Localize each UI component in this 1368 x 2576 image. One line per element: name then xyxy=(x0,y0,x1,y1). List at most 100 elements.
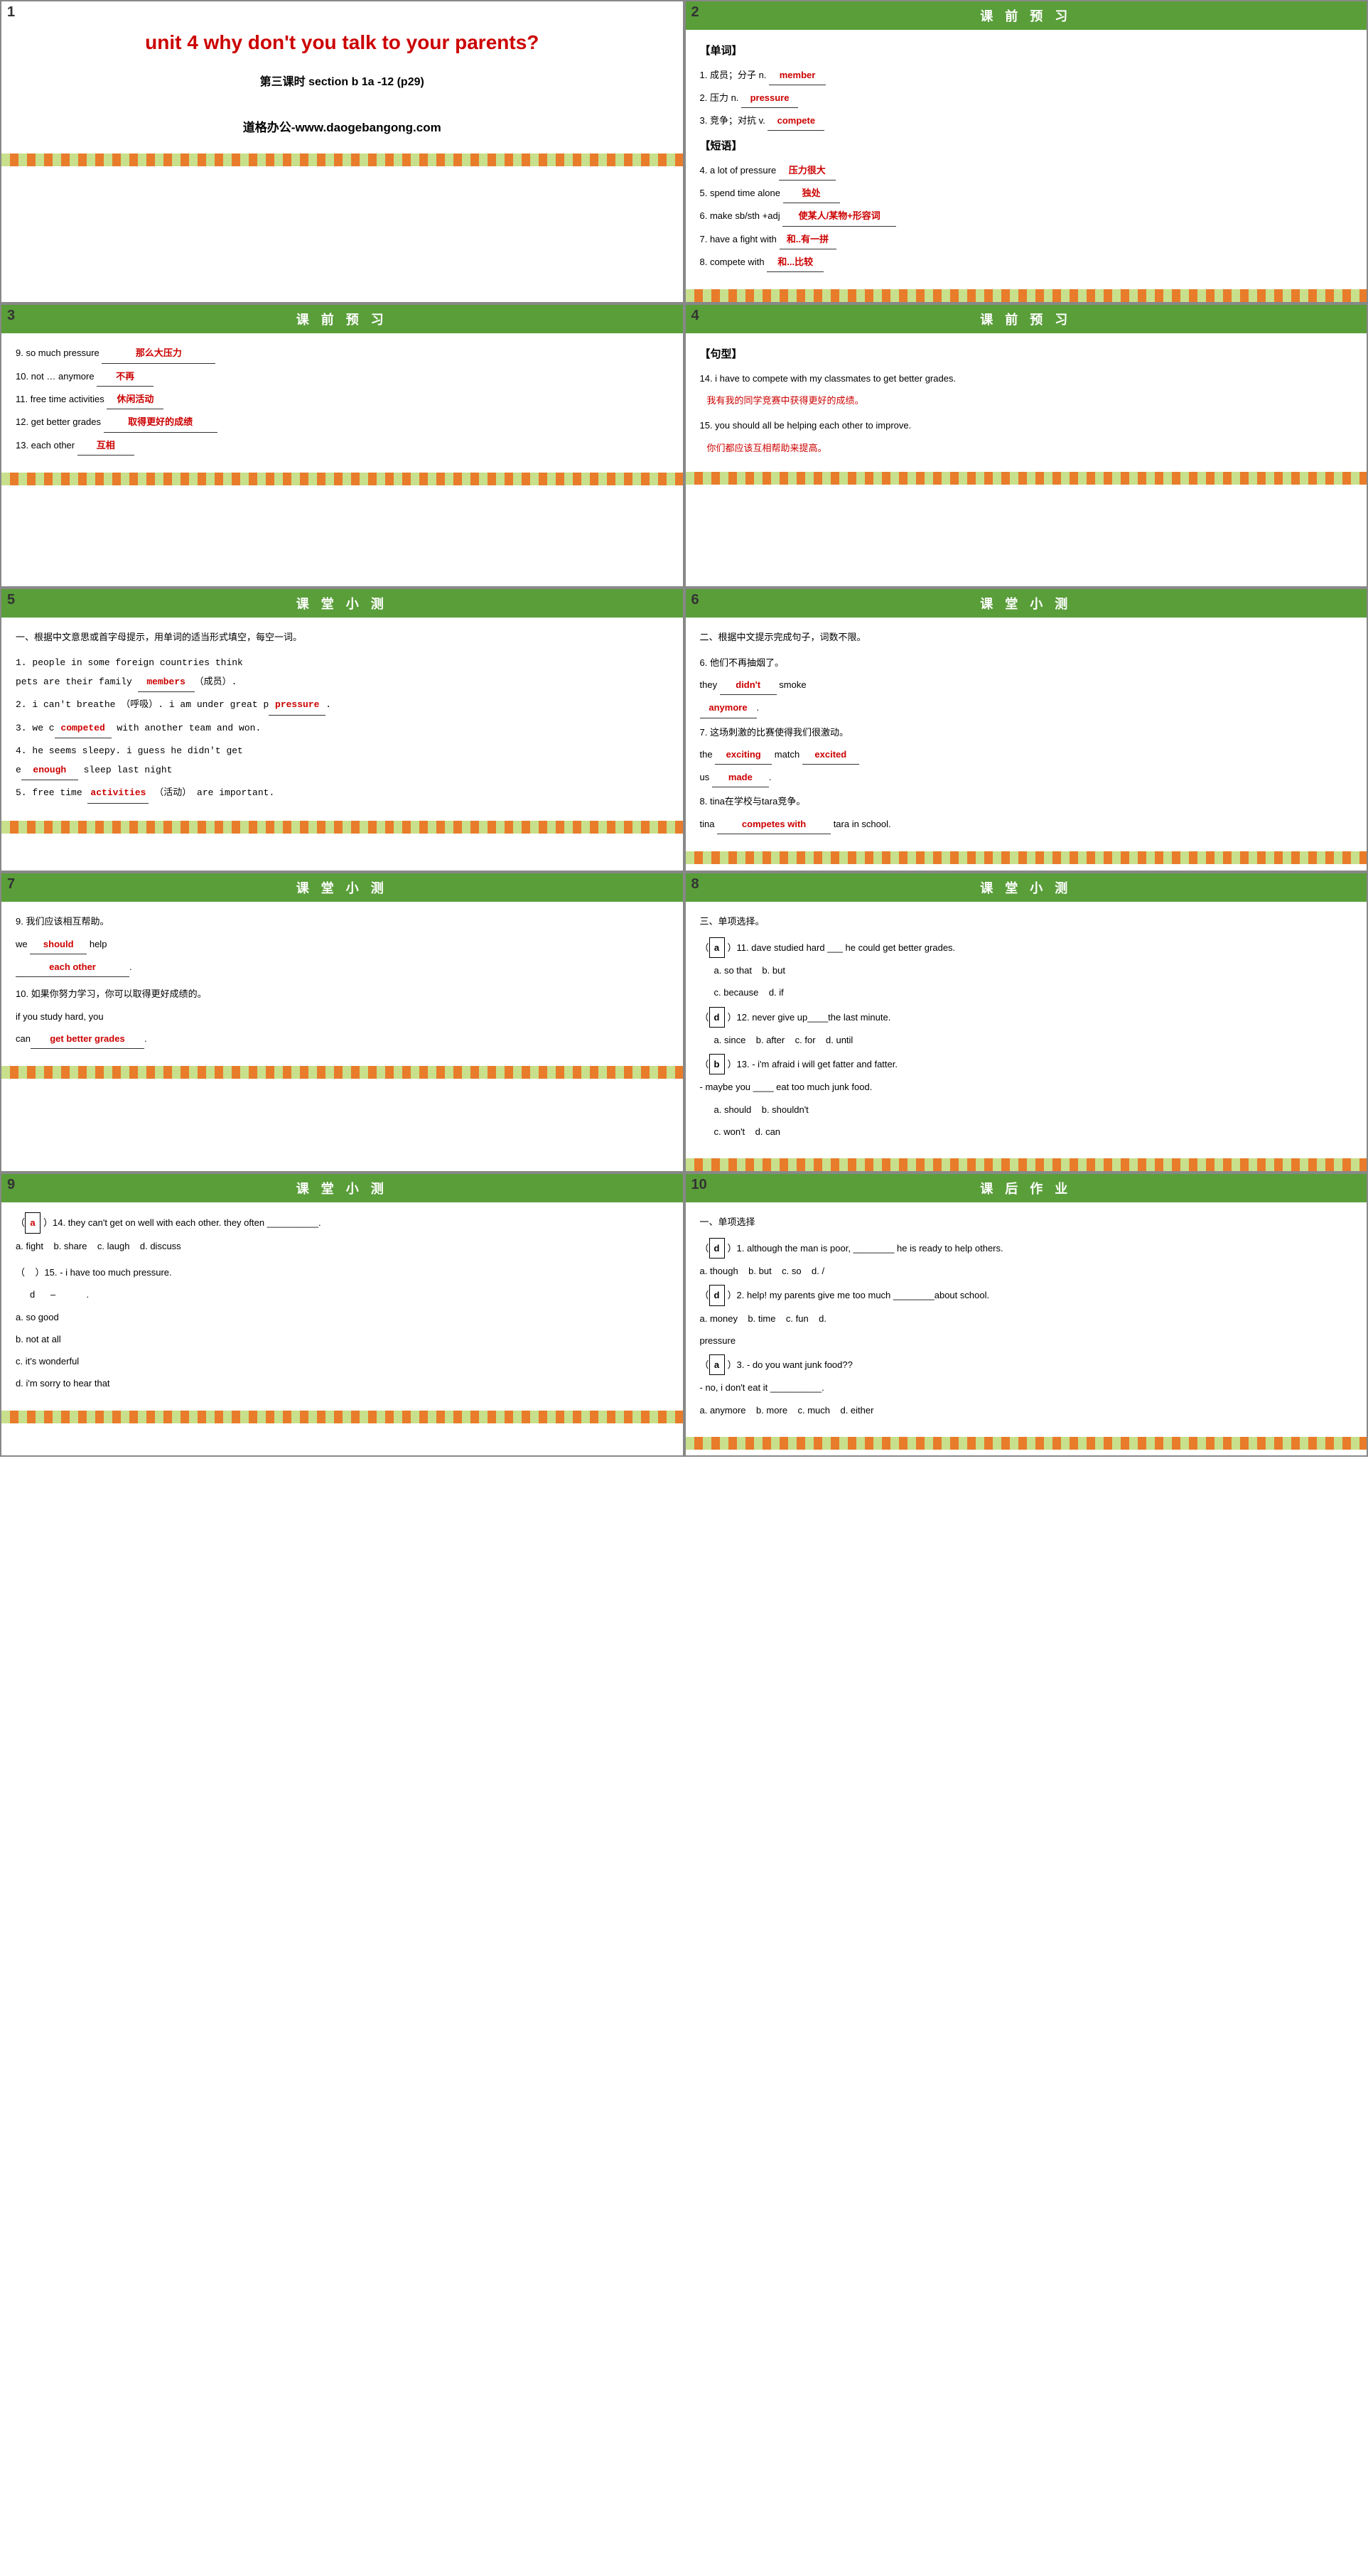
fill-didnt: didn't xyxy=(720,675,777,695)
fill-9: 那么大压力 xyxy=(102,343,215,363)
ex1-item1: 1. people in some foreign countries thin… xyxy=(16,653,669,693)
phrase-label: 【短语】 xyxy=(700,140,743,152)
cell-number-3: 3 xyxy=(7,308,15,324)
vocab2-item-10: 10. not … anymore 不再 xyxy=(16,367,669,387)
cell-1-subtitle: 第三课时 section b 1a -12 (p29) xyxy=(23,72,662,89)
cell-number-4: 4 xyxy=(691,308,699,324)
hw-2-opts: a. money b. time c. fun d. xyxy=(700,1309,1353,1328)
cell-2-content: 【单词】 1. 成员；分子 n. member 2. 压力 n. pressur… xyxy=(686,30,1367,285)
mcq-12-opts: a. since b. after c. for d. until xyxy=(714,1030,1353,1050)
cell-1-website: 道格办公-www.daogebangong.com xyxy=(23,117,662,135)
cell5-instruction: 一、根据中文意思或首字母提示，用单词的适当形式填空，每空一词。 xyxy=(16,627,669,647)
fill-excited: excited xyxy=(802,745,859,765)
fill-11: 休闲活动 xyxy=(107,389,163,409)
ex2-item7-en: the exciting match excited xyxy=(700,745,1353,765)
fill-compete: compete xyxy=(768,111,824,131)
cell-9: 9 课 堂 小 测 （a）14. they can't get on well … xyxy=(0,1173,684,1457)
cell-5-header: 课 堂 小 测 xyxy=(1,589,683,618)
cell-10-header: 课 后 作 业 xyxy=(686,1174,1367,1202)
cell-3-header: 课 前 预 习 xyxy=(1,305,683,333)
ex3-item10-en: if you study hard, you xyxy=(16,1007,669,1026)
mcq-13: （b）13. - i'm afraid i will get fatter an… xyxy=(700,1054,1353,1074)
vocab-item-2: 2. 压力 n. pressure xyxy=(700,88,1353,108)
sentence-15-zh: 你们都应该互相帮助来提高。 xyxy=(707,438,1353,458)
cell-3: 3 课 前 预 习 9. so much pressure 那么大压力 10. … xyxy=(0,303,684,588)
vocab-item-1: 1. 成员；分子 n. member xyxy=(700,65,1353,85)
mcq-11-opts: a. so that b. but xyxy=(714,961,1353,980)
cell-number-1: 1 xyxy=(7,4,15,21)
fill-get-better: get better grades xyxy=(31,1029,144,1049)
mcq-13-sub: - maybe you ____ eat too much junk food. xyxy=(700,1077,1353,1096)
fill-phrase8: 和...比较 xyxy=(767,252,824,272)
cell-2-header: 课 前 预 习 xyxy=(686,1,1367,30)
ex2-item8-en: tina competes with tara in school. xyxy=(700,814,1353,834)
fill-competed: competed xyxy=(55,718,112,738)
mcq-13-opts: a. should b. shouldn't xyxy=(714,1100,1353,1119)
cell-number-8: 8 xyxy=(691,876,699,893)
ex1-item3: 3. we ccompeted with another team and wo… xyxy=(16,718,669,738)
hw-3: （a）3. - do you want junk food?? xyxy=(700,1354,1353,1375)
ex3-item9-zh: 9. 我们应该相互帮助。 xyxy=(16,912,669,931)
cell-4-header: 课 前 预 习 xyxy=(686,305,1367,333)
cell-6: 6 课 堂 小 测 二、根据中文提示完成句子，词数不限。 6. 他们不再抽烟了。… xyxy=(684,588,1368,872)
mcq-14-opts: a. fight b. share c. laugh d. discuss xyxy=(16,1236,669,1256)
ex2-item7-en2: us made. xyxy=(700,767,1353,787)
vocab2-item-12: 12. get better grades 取得更好的成绩 xyxy=(16,412,669,432)
hw-2: （d）2. help! my parents give me too much … xyxy=(700,1285,1353,1305)
fill-activities: activities xyxy=(87,783,149,803)
vocab2-item-13: 13. each other 互相 xyxy=(16,436,669,456)
cell-number-10: 10 xyxy=(691,1177,707,1193)
cell-8-border-dots xyxy=(686,1158,1367,1171)
cell-7-content: 9. 我们应该相互帮助。 we should help each other. … xyxy=(1,902,683,1062)
cell-6-border-dots xyxy=(686,851,1367,864)
ex3-item10-zh: 10. 如果你努力学习，你可以取得更好成绩的。 xyxy=(16,984,669,1003)
mcq-12: （d）12. never give up____the last minute. xyxy=(700,1007,1353,1028)
cell-10-border-dots xyxy=(686,1437,1367,1450)
cell-10: 10 课 后 作 业 一、单项选择 （d）1. although the man… xyxy=(684,1173,1368,1457)
sentence-label: 【句型】 xyxy=(700,348,743,360)
cell-2-border-dots xyxy=(686,289,1367,302)
cell-4: 4 课 前 预 习 【句型】 14. i have to compete wit… xyxy=(684,303,1368,588)
answer-hw2: d xyxy=(709,1285,725,1305)
sentence-15-en: 15. you should all be helping each other… xyxy=(700,416,1353,435)
fill-members: members xyxy=(138,672,195,692)
vocab2-item-11: 11. free time activities 休闲活动 xyxy=(16,389,669,409)
fill-10: 不再 xyxy=(97,367,154,387)
cell-1-title: unit 4 why don't you talk to your parent… xyxy=(23,28,662,56)
cell-4-content: 【句型】 14. i have to compete with my class… xyxy=(686,333,1367,468)
mcq-11-opts2: c. because d. if xyxy=(714,983,1353,1002)
ex2-item6-en: they didn't smoke xyxy=(700,675,1353,695)
cell-1-content: unit 4 why don't you talk to your parent… xyxy=(1,1,683,149)
hw-1-opts: a. though b. but c. so d. / xyxy=(700,1261,1353,1281)
cell-10-content: 一、单项选择 （d）1. although the man is poor, _… xyxy=(686,1202,1367,1433)
phrase-item-5: 5. spend time alone 独处 xyxy=(700,183,1353,203)
vocab2-item-9: 9. so much pressure 那么大压力 xyxy=(16,343,669,363)
fill-exciting: exciting xyxy=(715,745,772,765)
cell-7-header: 课 堂 小 测 xyxy=(1,873,683,902)
cell-6-header: 课 堂 小 测 xyxy=(686,589,1367,618)
fill-enough: enough xyxy=(21,760,78,780)
mcq-15-opts-c: c. it's wonderful xyxy=(16,1352,669,1371)
hw-instruction: 一、单项选择 xyxy=(700,1212,1353,1232)
fill-phrase6: 使某人/某物+形容词 xyxy=(782,206,896,226)
cell-1: 1 unit 4 why don't you talk to your pare… xyxy=(0,0,684,303)
main-grid: 1 unit 4 why don't you talk to your pare… xyxy=(0,0,1368,1457)
ex3-item10-en2: canget better grades. xyxy=(16,1029,669,1049)
fill-phrase7: 和..有一拼 xyxy=(780,230,836,249)
fill-pressure: pressure xyxy=(741,88,798,108)
cell-number-2: 2 xyxy=(691,4,699,21)
mcq-13-opts2: c. won't d. can xyxy=(714,1122,1353,1141)
cell-number-9: 9 xyxy=(7,1177,15,1193)
mcq-15: （ ）15. - i have too much pressure. xyxy=(16,1263,669,1282)
ex2-item7-zh: 7. 这场刺激的比赛使得我们很激动。 xyxy=(700,723,1353,742)
fill-should: should xyxy=(30,934,87,954)
cell-6-content: 二、根据中文提示完成句子，词数不限。 6. 他们不再抽烟了。 they didn… xyxy=(686,618,1367,847)
mcq-15-opts-b: b. not at all xyxy=(16,1330,669,1349)
hw-3-sub: - no, i don't eat it __________. xyxy=(700,1378,1353,1397)
cell-3-content: 9. so much pressure 那么大压力 10. not … anym… xyxy=(1,333,683,468)
cell-9-border-dots xyxy=(1,1411,683,1423)
vocab-label: 【单词】 xyxy=(700,45,743,57)
ex1-item5: 5. free time activities （活动） are importa… xyxy=(16,783,669,803)
fill-12: 取得更好的成绩 xyxy=(104,412,217,432)
answer-11: a xyxy=(709,937,725,958)
